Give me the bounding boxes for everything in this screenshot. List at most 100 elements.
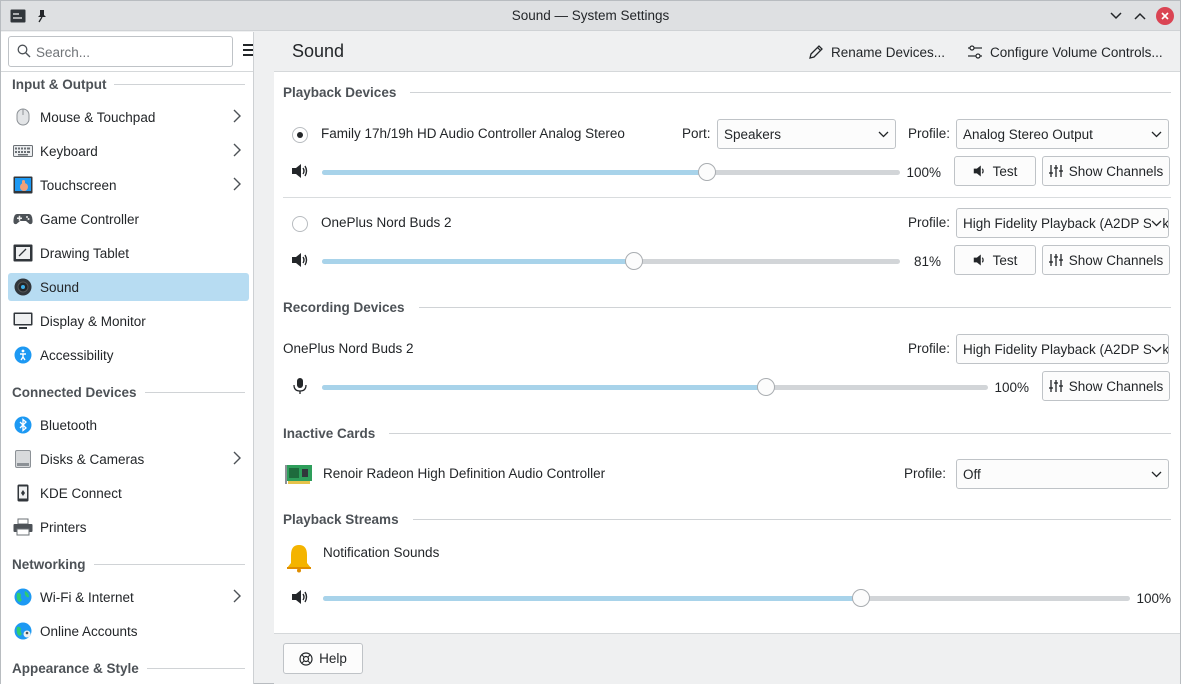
volume-slider[interactable] bbox=[322, 163, 900, 181]
volume-high-icon[interactable] bbox=[291, 162, 309, 180]
test-button[interactable]: Test bbox=[954, 245, 1036, 275]
close-icon[interactable] bbox=[1156, 7, 1174, 25]
section-recording-devices: Recording Devices bbox=[283, 300, 1171, 315]
section-title: Playback Devices bbox=[283, 85, 397, 100]
test-label: Test bbox=[992, 252, 1018, 268]
volume-slider[interactable] bbox=[323, 589, 1130, 607]
sidebar-item-wifi-internet[interactable]: Wi-Fi & Internet bbox=[8, 583, 249, 611]
category-label: Appearance & Style bbox=[12, 661, 139, 676]
title-bar: Sound — System Settings bbox=[1, 1, 1180, 31]
profile-label: Profile: bbox=[908, 341, 951, 356]
volume-slider[interactable] bbox=[322, 252, 900, 270]
slider-handle[interactable] bbox=[625, 252, 643, 270]
sidebar-item-label: Drawing Tablet bbox=[40, 245, 130, 261]
section-title: Playback Streams bbox=[283, 512, 399, 527]
sidebar-item-bluetooth[interactable]: Bluetooth bbox=[8, 411, 249, 439]
category-input-output: Input & Output bbox=[12, 77, 245, 92]
profile-combobox[interactable]: High Fidelity Playback (A2DP Sink) bbox=[956, 334, 1169, 364]
category-networking: Networking bbox=[12, 557, 245, 572]
maximize-icon[interactable] bbox=[1131, 7, 1149, 25]
sidebar-item-keyboard[interactable]: Keyboard bbox=[8, 137, 249, 165]
microphone-icon[interactable] bbox=[291, 377, 309, 395]
profile-label: Profile: bbox=[908, 126, 951, 141]
profile-value: Off bbox=[963, 466, 981, 482]
minimize-icon[interactable] bbox=[1107, 7, 1125, 25]
chevron-down-icon bbox=[1151, 129, 1162, 139]
port-combobox[interactable]: Speakers bbox=[717, 119, 896, 149]
port-value: Speakers bbox=[724, 126, 782, 142]
profile-combobox[interactable]: Analog Stereo Output bbox=[956, 119, 1169, 149]
system-settings-window: Sound — System Settings Input & Output M… bbox=[0, 0, 1181, 684]
configure-icon bbox=[968, 45, 982, 59]
window-title: Sound — System Settings bbox=[511, 8, 670, 23]
slider-handle[interactable] bbox=[852, 589, 870, 607]
sidebar-toolbar bbox=[1, 32, 254, 72]
search-input[interactable] bbox=[36, 42, 226, 62]
configure-volume-controls-button[interactable]: Configure Volume Controls... bbox=[967, 41, 1163, 63]
search-field[interactable] bbox=[8, 36, 233, 67]
show-channels-button[interactable]: Show Channels bbox=[1042, 371, 1170, 401]
category-label: Input & Output bbox=[12, 77, 107, 92]
show-channels-label: Show Channels bbox=[1068, 378, 1164, 394]
sidebar-item-label: Accessibility bbox=[40, 347, 114, 363]
help-button[interactable]: Help bbox=[283, 643, 363, 674]
sidebar-item-sound[interactable]: Sound bbox=[8, 273, 249, 301]
profile-label: Profile: bbox=[904, 466, 947, 481]
volume-percent: 100% bbox=[1136, 591, 1171, 606]
sidebar-item-disks-cameras[interactable]: Disks & Cameras bbox=[8, 445, 249, 473]
chevron-right-icon bbox=[233, 177, 241, 191]
test-label: Test bbox=[992, 163, 1018, 179]
sidebar-item-kde-connect[interactable]: KDE Connect bbox=[8, 479, 249, 507]
help-label: Help bbox=[319, 651, 347, 666]
sidebar-item-printers[interactable]: Printers bbox=[8, 513, 249, 541]
volume-high-icon[interactable] bbox=[291, 251, 309, 269]
footer-bar: Help bbox=[274, 633, 1180, 684]
sidebar-item-label: Mouse & Touchpad bbox=[40, 109, 156, 125]
chevron-down-icon bbox=[1151, 344, 1162, 354]
stream-name: Notification Sounds bbox=[323, 545, 440, 560]
port-label: Port: bbox=[682, 126, 711, 141]
sidebar-item-accessibility[interactable]: Accessibility bbox=[8, 341, 249, 369]
sidebar-item-label: Display & Monitor bbox=[40, 313, 146, 329]
category-label: Networking bbox=[12, 557, 86, 572]
slider-handle[interactable] bbox=[757, 378, 775, 396]
sidebar-item-drawing-tablet[interactable]: Drawing Tablet bbox=[8, 239, 249, 267]
chevron-right-icon bbox=[233, 109, 241, 123]
phone-icon bbox=[13, 483, 33, 503]
sidebar-item-label: Online Accounts bbox=[40, 623, 138, 639]
chevron-right-icon bbox=[233, 451, 241, 465]
sidebar: Input & Output Mouse & Touchpad Keyboard… bbox=[1, 32, 254, 684]
section-inactive-cards: Inactive Cards bbox=[283, 426, 1171, 441]
keyboard-icon bbox=[13, 141, 33, 161]
show-channels-label: Show Channels bbox=[1068, 163, 1164, 179]
show-channels-button[interactable]: Show Channels bbox=[1042, 156, 1170, 186]
hamburger-menu-icon[interactable] bbox=[243, 43, 254, 57]
test-button[interactable]: Test bbox=[954, 156, 1036, 186]
show-channels-button[interactable]: Show Channels bbox=[1042, 245, 1170, 275]
speaker-test-icon bbox=[973, 254, 984, 266]
default-device-radio[interactable] bbox=[292, 216, 308, 232]
bluetooth-icon bbox=[13, 415, 33, 435]
sidebar-item-game-controller[interactable]: Game Controller bbox=[8, 205, 249, 233]
sidebar-item-mouse-touchpad[interactable]: Mouse & Touchpad bbox=[8, 103, 249, 131]
sidebar-item-display-monitor[interactable]: Display & Monitor bbox=[8, 307, 249, 335]
profile-label: Profile: bbox=[908, 215, 951, 230]
volume-high-icon[interactable] bbox=[291, 588, 309, 606]
pencil-icon bbox=[809, 45, 823, 59]
slider-handle[interactable] bbox=[698, 163, 716, 181]
sidebar-item-label: Sound bbox=[40, 279, 80, 295]
sidebar-item-touchscreen[interactable]: Touchscreen bbox=[8, 171, 249, 199]
sidebar-item-label: Keyboard bbox=[40, 143, 98, 159]
sidebar-item-label: Wi-Fi & Internet bbox=[40, 589, 134, 605]
volume-slider[interactable] bbox=[322, 378, 988, 396]
profile-value: High Fidelity Playback (A2DP Sink) bbox=[963, 341, 1169, 357]
sidebar-item-online-accounts[interactable]: Online Accounts bbox=[8, 617, 249, 645]
default-device-radio[interactable] bbox=[292, 127, 308, 143]
rename-devices-button[interactable]: Rename Devices... bbox=[808, 41, 945, 63]
category-label: Connected Devices bbox=[12, 385, 137, 400]
volume-percent: 100% bbox=[906, 165, 941, 180]
channels-icon bbox=[1048, 254, 1063, 266]
profile-combobox[interactable]: High Fidelity Playback (A2DP Sink) bbox=[956, 208, 1169, 238]
device-separator bbox=[283, 197, 1171, 198]
card-profile-combobox[interactable]: Off bbox=[956, 459, 1169, 489]
